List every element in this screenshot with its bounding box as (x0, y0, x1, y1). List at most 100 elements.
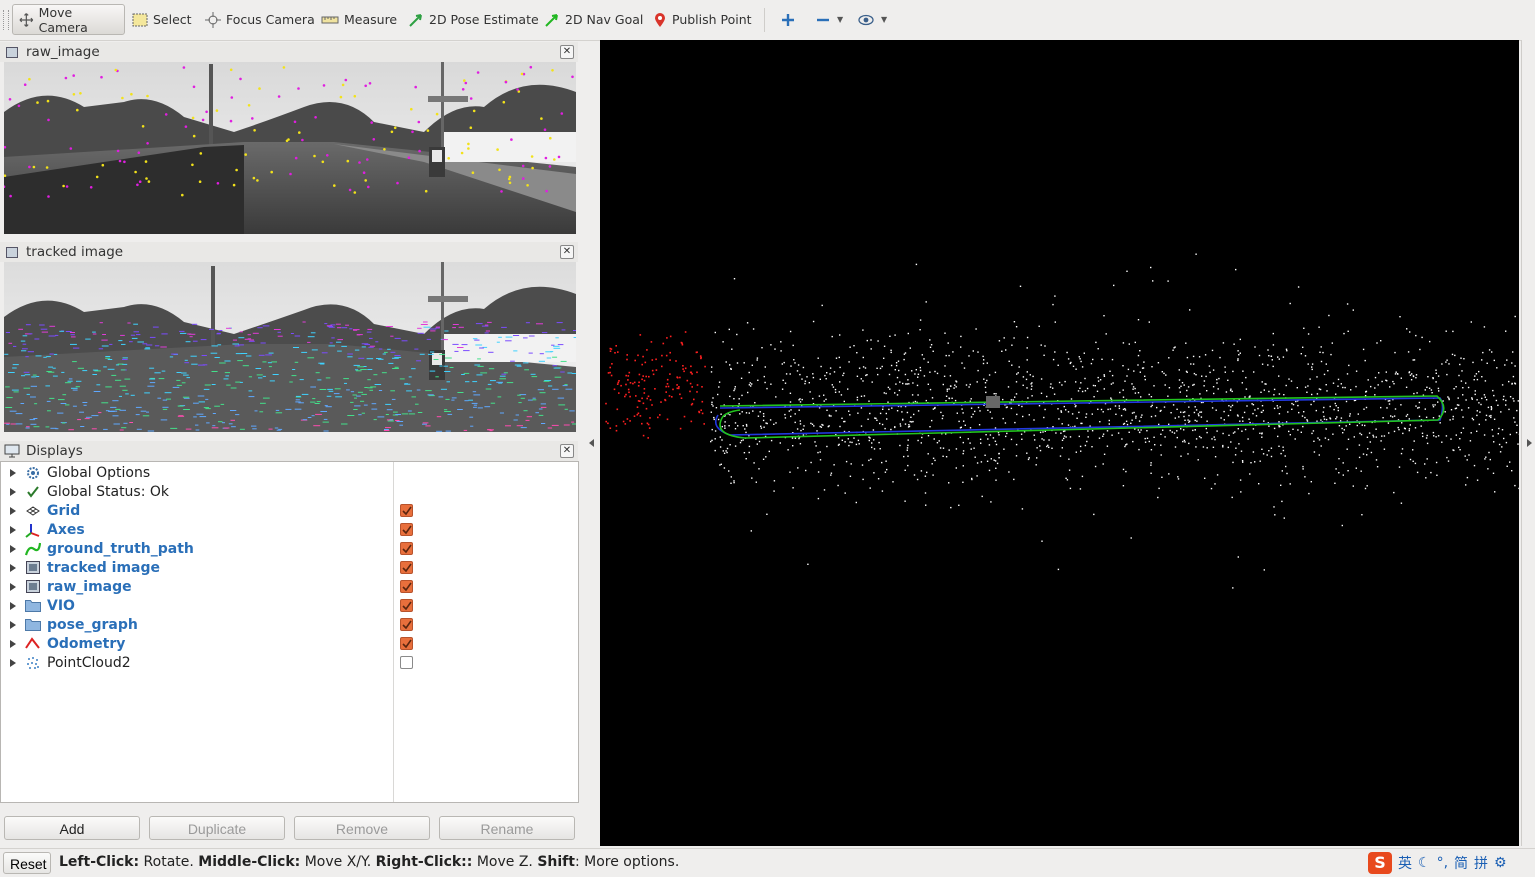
map-point (746, 425, 747, 426)
expand-arrow-icon[interactable] (10, 526, 16, 534)
settings-gear-icon[interactable]: ⚙ (1494, 855, 1507, 871)
left-panel-splitter[interactable] (586, 40, 598, 846)
map-point (773, 424, 774, 425)
expand-arrow-icon[interactable] (10, 469, 16, 477)
enable-checkbox[interactable] (400, 580, 413, 593)
current-point (654, 388, 656, 390)
expand-arrow-icon[interactable] (10, 583, 16, 591)
sogou-logo-icon[interactable]: S (1368, 852, 1392, 874)
close-icon[interactable]: ✕ (560, 245, 574, 259)
display-item[interactable]: ground_truth_path (1, 539, 578, 558)
enable-checkbox[interactable] (400, 656, 413, 669)
map-point (739, 413, 740, 414)
enable-checkbox[interactable] (400, 542, 413, 555)
map-point (1389, 400, 1390, 401)
map-point (1389, 386, 1390, 387)
display-item[interactable]: Global Options (1, 463, 578, 482)
select-tool[interactable]: Select (126, 4, 198, 35)
map-point (765, 366, 766, 367)
add-tool-button[interactable] (775, 4, 806, 35)
nav-goal-tool[interactable]: 2D Nav Goal (538, 4, 649, 35)
map-point (1196, 438, 1197, 439)
map-point (934, 460, 935, 461)
enable-checkbox[interactable] (400, 523, 413, 536)
close-icon[interactable]: ✕ (560, 444, 574, 458)
enable-checkbox[interactable] (400, 561, 413, 574)
feature-point (183, 66, 186, 69)
moon-icon[interactable]: ☾ (1418, 855, 1431, 871)
focus-camera-tool[interactable]: Focus Camera (199, 4, 321, 35)
enable-checkbox[interactable] (400, 618, 413, 631)
map-point (857, 397, 858, 398)
move-camera-tool[interactable]: Move Camera (12, 4, 125, 35)
map-point (1394, 352, 1395, 353)
map-point (1161, 454, 1162, 455)
render-3d-view[interactable] (600, 40, 1519, 846)
close-icon[interactable]: ✕ (560, 45, 574, 59)
map-point (960, 346, 961, 347)
rename-display-button[interactable]: Rename (439, 816, 575, 840)
display-item[interactable]: Grid (1, 501, 578, 520)
expand-arrow-icon[interactable] (10, 564, 16, 572)
map-point (995, 468, 996, 469)
map-point (1501, 446, 1502, 447)
map-point (719, 464, 720, 465)
display-item[interactable]: Odometry (1, 634, 578, 653)
current-point (668, 386, 670, 388)
status-bar: Reset Left-Click: Rotate. Middle-Click: … (0, 848, 1535, 877)
remove-tool-button[interactable]: ▼ (810, 4, 849, 35)
reset-button[interactable]: Reset (3, 852, 51, 874)
expand-arrow-icon[interactable] (10, 545, 16, 553)
expand-arrow-icon[interactable] (10, 640, 16, 648)
map-point (1305, 355, 1306, 356)
expand-arrow-icon[interactable] (10, 659, 16, 667)
enable-checkbox[interactable] (400, 504, 413, 517)
map-point (1490, 459, 1491, 460)
lang-indicator[interactable]: 英 (1398, 853, 1412, 873)
remove-display-button[interactable]: Remove (294, 816, 430, 840)
current-point (649, 427, 651, 429)
feature-point (571, 76, 574, 79)
map-point (1062, 440, 1063, 441)
display-item[interactable]: Global Status: Ok (1, 482, 578, 501)
expand-arrow-icon[interactable] (10, 507, 16, 515)
simplified-indicator[interactable]: 简 (1454, 853, 1468, 873)
map-point (944, 333, 945, 334)
map-point (1481, 376, 1482, 377)
display-item[interactable]: raw_image (1, 577, 578, 596)
display-item[interactable]: PointCloud2 (1, 653, 578, 672)
measure-tool[interactable]: Measure (315, 4, 403, 35)
display-item[interactable]: tracked image (1, 558, 578, 577)
feature-point (73, 93, 76, 96)
punct-icon[interactable]: °, (1437, 855, 1448, 871)
map-point (1317, 393, 1318, 394)
display-item[interactable]: Axes (1, 520, 578, 539)
map-point (754, 402, 755, 403)
publish-point-tool[interactable]: Publish Point (647, 4, 758, 35)
current-point (682, 365, 684, 367)
map-point (917, 394, 918, 395)
toolbar-grip[interactable] (3, 10, 9, 30)
map-point (1343, 462, 1344, 463)
map-point (933, 408, 934, 409)
duplicate-display-button[interactable]: Duplicate (149, 816, 285, 840)
feature-point (326, 154, 329, 157)
enable-checkbox[interactable] (400, 599, 413, 612)
add-display-button[interactable]: Add (4, 816, 140, 840)
expand-arrow-icon[interactable] (10, 488, 16, 496)
expand-arrow-icon[interactable] (10, 602, 16, 610)
feature-point (498, 169, 501, 172)
pinyin-indicator[interactable]: 拼 (1474, 853, 1488, 873)
pose-estimate-tool[interactable]: 2D Pose Estimate (402, 4, 545, 35)
map-point (1494, 360, 1495, 361)
panels-view-button[interactable]: ▼ (852, 4, 893, 35)
display-item[interactable]: pose_graph (1, 615, 578, 634)
map-point (914, 474, 915, 475)
map-point (763, 420, 764, 421)
map-point (871, 442, 872, 443)
enable-checkbox[interactable] (400, 637, 413, 650)
expand-arrow-icon[interactable] (10, 621, 16, 629)
display-item[interactable]: VIO (1, 596, 578, 615)
right-panel-splitter[interactable] (1521, 40, 1535, 846)
map-point (1160, 434, 1161, 435)
